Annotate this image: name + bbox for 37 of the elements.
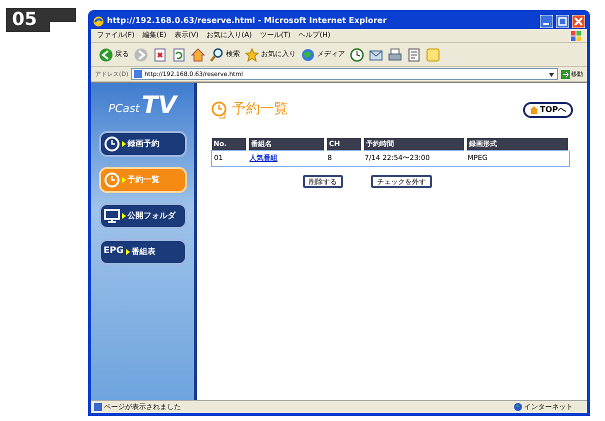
windows-logo-icon (571, 30, 581, 40)
star-icon (245, 48, 259, 62)
home-icon (530, 106, 538, 114)
minimize-icon[interactable] (540, 14, 553, 28)
pointer-icon (122, 141, 126, 147)
maximize-icon[interactable] (556, 14, 569, 28)
page-heading: 予約一覧 (232, 100, 288, 119)
top-button[interactable]: TOPへ (522, 102, 573, 118)
clock-icon (211, 100, 229, 118)
logo: TV (142, 93, 177, 117)
sidebar-button[interactable]: 公開フォルダ (98, 203, 186, 229)
mail-icon[interactable] (369, 48, 383, 62)
dropdown-arrow-icon (548, 70, 555, 78)
logo-prefix: PCast (108, 100, 140, 116)
close-icon[interactable] (572, 14, 585, 28)
sidebar-button[interactable]: EPG 番組表 (98, 239, 186, 265)
page-icon (134, 70, 142, 78)
clock-icon (104, 136, 120, 152)
globe-icon (514, 403, 522, 411)
figure-label: 05 (6, 8, 50, 32)
go-arrow-icon (561, 70, 570, 78)
home-icon[interactable] (191, 48, 205, 62)
pointer-icon (126, 249, 130, 255)
globe-icon (301, 48, 315, 62)
document-icon[interactable] (407, 48, 421, 62)
clock-icon (104, 172, 120, 188)
search-icon (210, 48, 224, 62)
window-title: http://192.168.0.63/reserve.html - Microsoft Internet Explorer (107, 15, 388, 27)
monitor-icon (104, 208, 120, 224)
pointer-icon (122, 177, 126, 183)
page-icon (94, 403, 102, 411)
pointer-icon (122, 213, 126, 219)
printer-icon[interactable] (388, 48, 402, 62)
sidebar-button[interactable]: 録画予約 (98, 131, 186, 157)
history-clock-icon[interactable] (350, 48, 364, 62)
refresh-page-icon[interactable] (172, 48, 186, 62)
stop-page-icon[interactable] (153, 48, 167, 62)
